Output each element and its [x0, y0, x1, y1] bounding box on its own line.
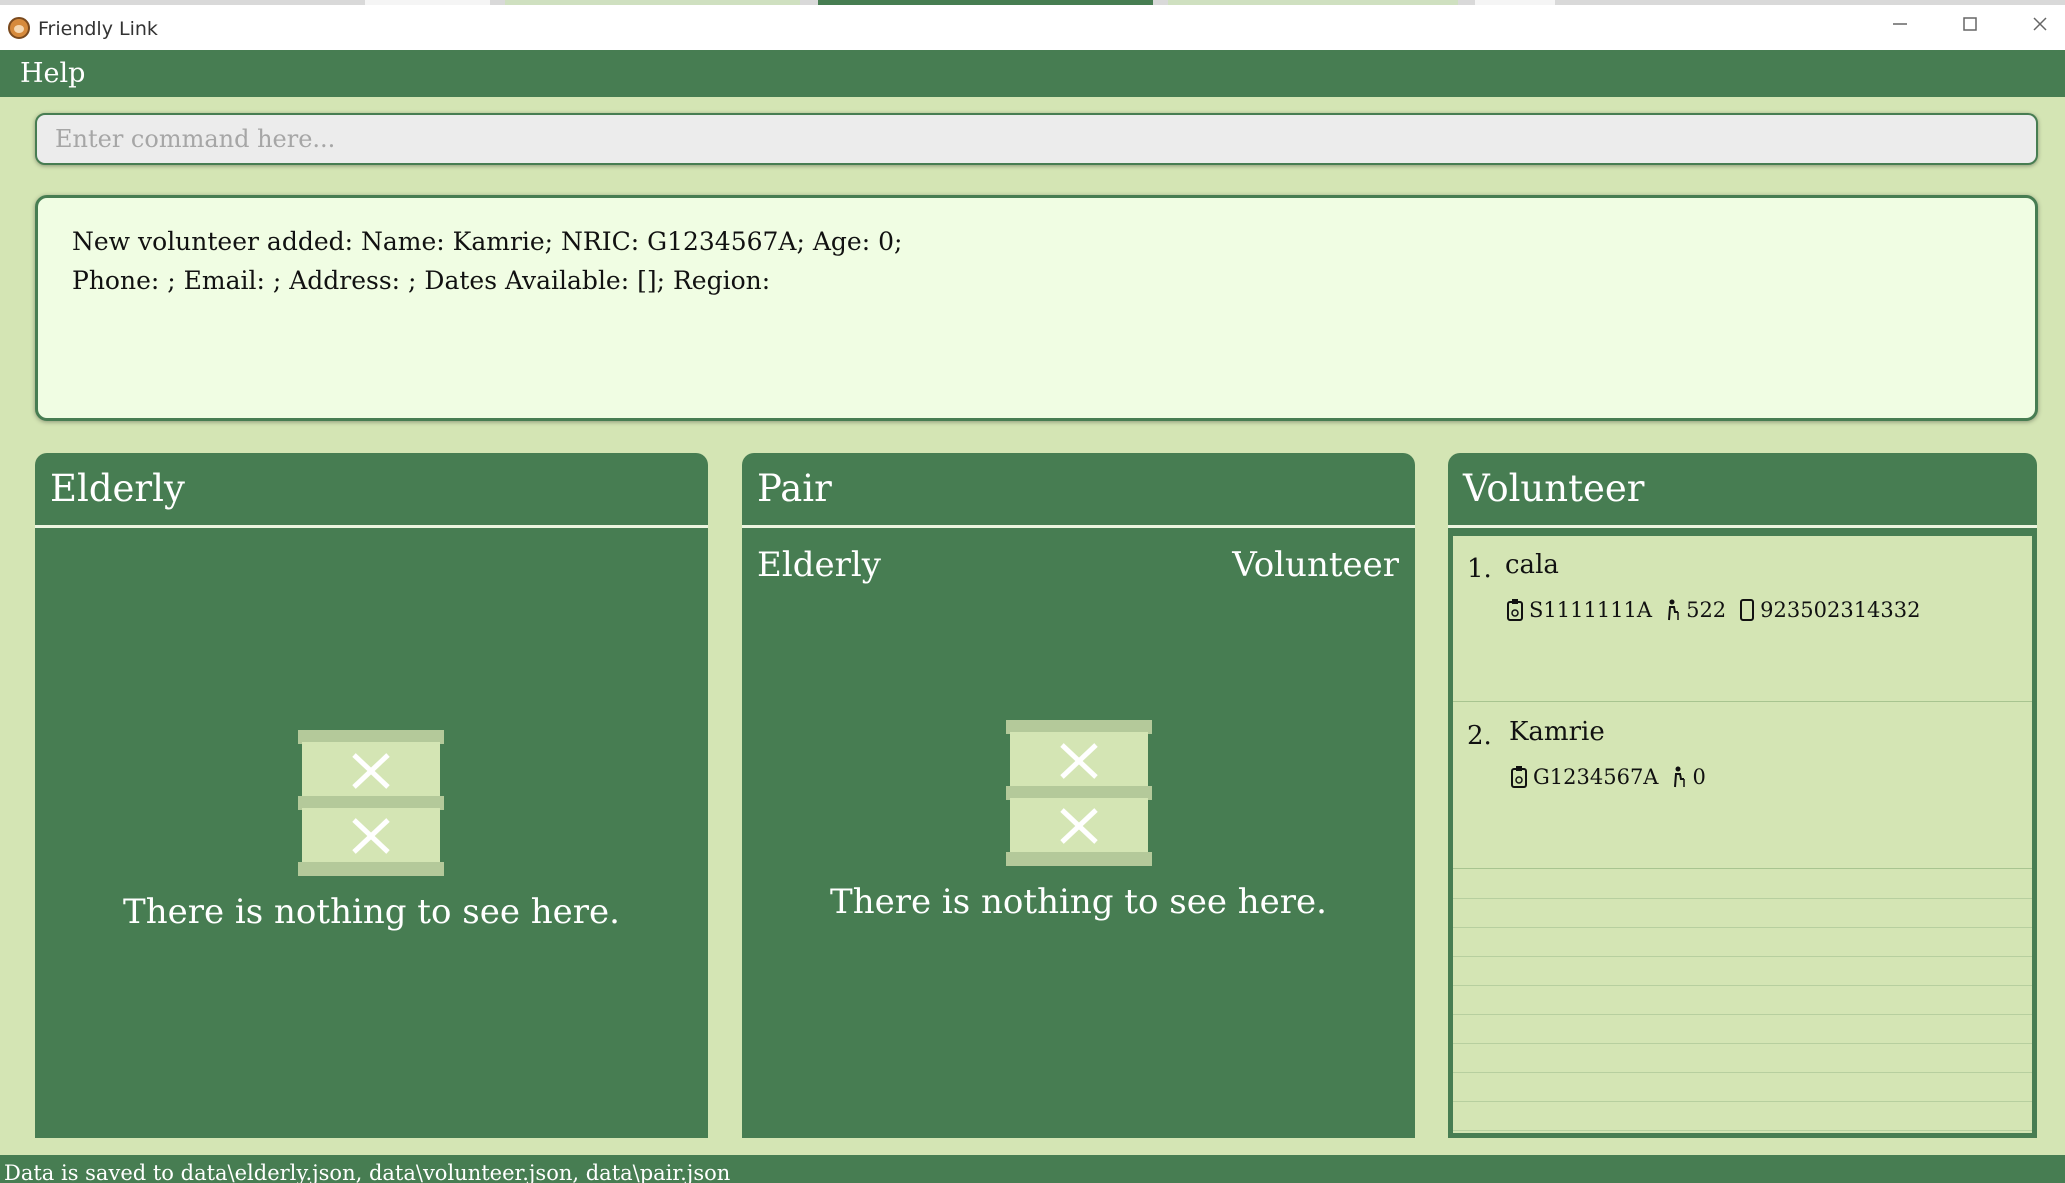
volunteer-panel-header: Volunteer — [1448, 453, 2037, 528]
volunteer-panel: Volunteer 1. cala S1111111A 522 92350231… — [1448, 453, 2037, 1138]
result-line-1: New volunteer added: Name: Kamrie; NRIC:… — [72, 227, 903, 256]
volunteer-age: 0 — [1692, 765, 1706, 789]
volunteer-nric: G1234567A — [1533, 765, 1659, 789]
list-row-empty — [1453, 957, 2032, 986]
list-row-empty — [1453, 1015, 2032, 1044]
window-title: Friendly Link — [38, 18, 158, 40]
minimize-icon[interactable] — [1880, 13, 1920, 43]
volunteer-index: 2. — [1467, 721, 1492, 751]
elderly-empty-text: There is nothing to see here. — [123, 892, 620, 932]
taskbar-tab — [818, 0, 1153, 5]
volunteer-panel-title: Volunteer — [1463, 467, 1645, 510]
list-row-empty — [1453, 1073, 2032, 1102]
id-card-icon — [1511, 766, 1527, 788]
person-age-icon — [1668, 599, 1679, 621]
elderly-panel-title: Elderly — [50, 467, 185, 510]
taskbar-tab — [505, 0, 800, 5]
maximize-icon[interactable] — [1950, 13, 1990, 43]
elderly-panel: Elderly There is nothing to see here. — [35, 453, 708, 1138]
empty-list-icon — [1006, 720, 1152, 866]
volunteer-details: G1234567A 0 — [1511, 765, 1706, 789]
taskbar-tab — [365, 0, 490, 5]
pair-column-volunteer: Volunteer — [1232, 545, 1399, 585]
status-bar: Data is saved to data\elderly.json, data… — [0, 1155, 2065, 1183]
volunteer-list[interactable]: 1. cala S1111111A 522 923502314332 2. Ka… — [1450, 533, 2035, 1136]
close-icon[interactable] — [2020, 13, 2060, 43]
person-age-icon — [1674, 766, 1686, 788]
volunteer-index: 1. — [1467, 554, 1492, 584]
list-row-empty — [1453, 1102, 2032, 1131]
volunteer-details: S1111111A 522 923502314332 — [1507, 598, 1921, 622]
result-display: New volunteer added: Name: Kamrie; NRIC:… — [35, 195, 2038, 421]
empty-list-icon — [298, 730, 444, 876]
pair-panel: Pair Elderly Volunteer There is nothing … — [742, 453, 1415, 1138]
list-row-empty — [1453, 928, 2032, 957]
id-card-icon — [1507, 599, 1523, 621]
volunteer-phone: 923502314332 — [1760, 598, 1921, 622]
volunteer-name: cala — [1505, 550, 1559, 580]
volunteer-card[interactable]: 2. Kamrie G1234567A 0 — [1453, 703, 2032, 869]
elderly-panel-header: Elderly — [35, 453, 708, 528]
volunteer-age: 522 — [1686, 598, 1727, 622]
volunteer-name: Kamrie — [1509, 717, 1605, 747]
pair-empty-text: There is nothing to see here. — [830, 882, 1327, 922]
volunteer-nric: S1111111A — [1529, 598, 1653, 622]
volunteer-card[interactable]: 1. cala S1111111A 522 923502314332 — [1453, 536, 2032, 702]
list-row-empty — [1453, 1044, 2032, 1073]
list-row-empty — [1453, 870, 2032, 899]
window-titlebar: Friendly Link — [0, 0, 2065, 50]
status-text: Data is saved to data\elderly.json, data… — [4, 1161, 731, 1183]
result-line-2: Phone: ; Email: ; Address: ; Dates Avail… — [72, 266, 771, 295]
command-input[interactable] — [35, 113, 2038, 165]
app-logo-icon — [8, 17, 30, 39]
menu-help[interactable]: Help — [20, 58, 85, 89]
list-row-empty — [1453, 986, 2032, 1015]
phone-icon — [1740, 599, 1755, 621]
list-row-empty — [1453, 899, 2032, 928]
pair-panel-header: Pair — [742, 453, 1415, 528]
menu-bar: Help — [0, 50, 2065, 97]
pair-panel-title: Pair — [757, 467, 832, 510]
taskbar-tab — [1475, 0, 1555, 5]
taskbar-tab — [1168, 0, 1458, 5]
pair-column-elderly: Elderly — [757, 545, 881, 585]
